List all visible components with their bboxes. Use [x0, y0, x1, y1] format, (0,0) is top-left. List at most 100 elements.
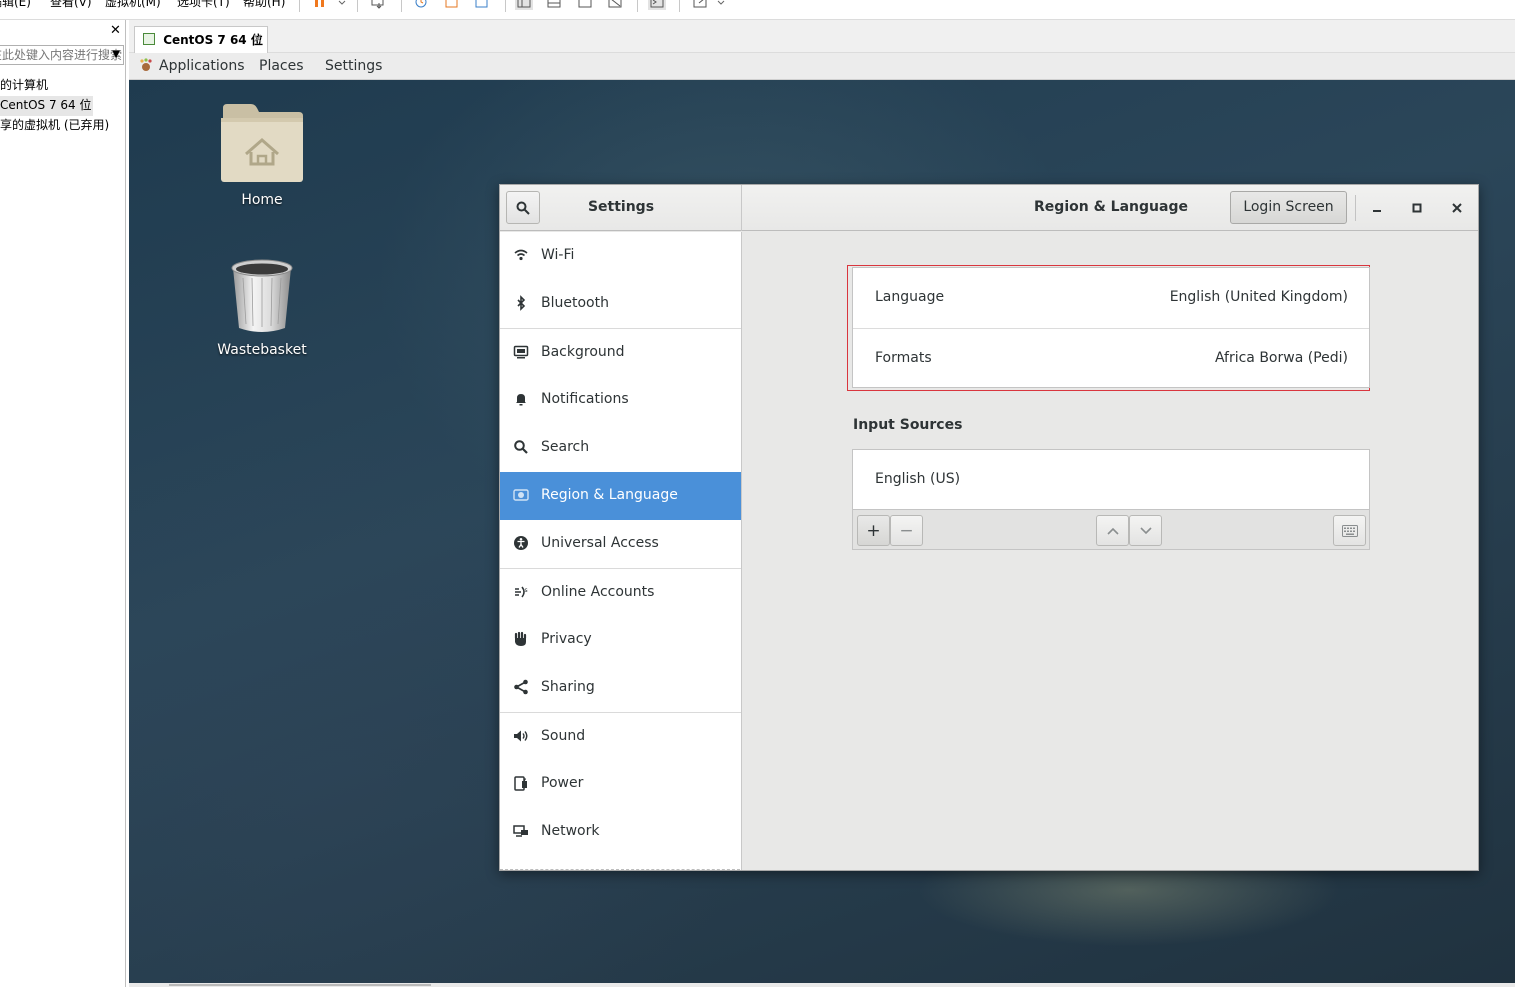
unity-icon[interactable] — [606, 0, 624, 10]
snapshot-icon[interactable] — [412, 0, 430, 10]
online-accounts-icon: s — [513, 584, 529, 600]
sidebar-item-label: Universal Access — [541, 535, 659, 551]
search-button[interactable] — [506, 191, 540, 224]
input-sources-list: English (US) — [852, 449, 1370, 510]
sidebar-item-network[interactable]: Network — [500, 808, 741, 856]
desktop-icon-home-label: Home — [241, 192, 283, 208]
thumbnail-view-icon[interactable] — [545, 0, 563, 10]
applications-label: Applications — [159, 58, 245, 74]
fullscreen-icon[interactable] — [576, 0, 594, 10]
page-title: Region & Language — [1034, 199, 1188, 215]
close-icon[interactable]: ✕ — [252, 27, 263, 53]
library-search-input[interactable]: 在此处键入内容进行搜索 ▼ — [0, 45, 124, 65]
sidebar-item-search[interactable]: Search — [500, 424, 741, 472]
host-menu-tabs[interactable]: 选项卡(T) — [177, 0, 230, 10]
host-menu-edit[interactable]: 编辑(E) — [0, 0, 31, 10]
sidebar-item-label: Sound — [541, 728, 586, 744]
host-menubar: 编辑(E) 查看(V) 虚拟机(M) 选项卡(T) 帮助(H) — [0, 0, 1515, 20]
chevron-down-icon[interactable] — [712, 0, 730, 10]
formats-label: Formats — [875, 350, 932, 366]
horizontal-scrollbar[interactable] — [129, 983, 1515, 987]
language-row[interactable]: Language English (United Kingdom) — [853, 268, 1369, 328]
settings-sidebar: Wi-Fi Bluetooth Background Notifications — [500, 232, 742, 870]
sidebar-item-label: Privacy — [541, 631, 592, 647]
chevron-down-icon[interactable] — [333, 0, 351, 10]
sidebar-item-sound[interactable]: Sound — [500, 712, 741, 760]
move-down-button[interactable] — [1129, 515, 1162, 546]
maximize-button[interactable] — [1402, 193, 1432, 223]
sidebar-item-universal-access[interactable]: Universal Access — [500, 520, 741, 568]
host-menu-vm[interactable]: 虚拟机(M) — [105, 0, 161, 10]
desktop-icon-wastebasket[interactable]: Wastebasket — [207, 258, 317, 358]
add-input-source-button[interactable]: + — [857, 515, 890, 546]
minimize-icon — [1373, 210, 1381, 212]
bell-icon — [513, 391, 529, 407]
dropdown-arrow-icon[interactable]: ▼ — [112, 46, 120, 64]
accessibility-icon — [513, 535, 529, 551]
desktop-icon-home[interactable]: Home — [207, 102, 317, 208]
formats-row[interactable]: Formats Africa Borwa (Pedi) — [853, 328, 1369, 388]
input-sources-title: Input Sources — [853, 417, 963, 433]
snapshot-manager-icon[interactable] — [473, 0, 491, 10]
keyboard-icon — [1341, 524, 1358, 537]
tree-node-shared-vms[interactable]: 共享的虚拟机 (已弃用) — [0, 116, 109, 136]
network-icon — [513, 823, 529, 839]
tree-node-my-computer[interactable]: 我的计算机 — [0, 76, 109, 96]
sidebar-item-wifi[interactable]: Wi-Fi — [500, 232, 741, 280]
sidebar-item-bluetooth[interactable]: Bluetooth — [500, 280, 741, 328]
console-icon[interactable] — [648, 0, 666, 10]
chevron-down-icon — [1139, 526, 1152, 534]
toolbar-separator — [401, 0, 402, 12]
library-search-placeholder: 在此处键入内容进行搜索 — [0, 48, 123, 62]
home-folder-icon — [221, 104, 303, 182]
toolbar-separator — [637, 0, 638, 12]
sidebar-item-notifications[interactable]: Notifications — [500, 376, 741, 424]
input-source-row[interactable]: English (US) — [853, 450, 1369, 510]
remove-input-source-button[interactable]: − — [890, 515, 923, 546]
sidebar-header: Settings — [500, 185, 742, 231]
sidebar-item-sharing[interactable]: Sharing — [500, 664, 741, 712]
revert-snapshot-icon[interactable] — [443, 0, 461, 10]
close-icon — [1452, 203, 1462, 213]
settings-menu[interactable]: Settings — [325, 53, 382, 80]
guest-display[interactable]: Applications Places Settings Home Wasteb… — [129, 53, 1515, 987]
keyboard-layout-button[interactable] — [1333, 515, 1366, 546]
sidebar-item-region-language[interactable]: Region & Language — [500, 472, 741, 520]
power-icon — [513, 775, 529, 791]
chevron-up-icon — [1106, 527, 1119, 535]
header-separator — [1355, 195, 1356, 221]
sidebar-view-icon[interactable] — [515, 0, 533, 10]
minimize-button[interactable] — [1362, 193, 1392, 223]
host-menu-help[interactable]: 帮助(H) — [243, 0, 285, 10]
sidebar-item-label: Search — [541, 439, 590, 455]
sidebar-item-power[interactable]: Power — [500, 760, 741, 808]
library-panel: ✕ 在此处键入内容进行搜索 ▼ 我的计算机 CentOS 7 64 位 共享的虚… — [0, 20, 126, 987]
tree-node-centos[interactable]: CentOS 7 64 位 — [0, 96, 94, 116]
sidebar-item-privacy[interactable]: Privacy — [500, 616, 741, 664]
close-button[interactable] — [1442, 193, 1472, 223]
login-screen-button[interactable]: Login Screen — [1230, 191, 1347, 224]
search-icon — [516, 201, 530, 215]
desktop[interactable]: Home Wastebasket Settings Region & Langu… — [129, 80, 1515, 983]
sidebar-item-label: Network — [541, 823, 600, 839]
scrollbar-thumb[interactable] — [169, 984, 431, 986]
stretch-icon[interactable] — [691, 0, 709, 10]
search-icon — [513, 439, 529, 455]
sidebar-item-label: Background — [541, 344, 625, 360]
sidebar-item-background[interactable]: Background — [500, 328, 741, 376]
sidebar-item-label: Online Accounts — [541, 584, 655, 600]
sidebar-item-online-accounts[interactable]: s Online Accounts — [500, 568, 741, 616]
applications-menu[interactable]: Applications — [139, 53, 245, 80]
library-tree: 我的计算机 CentOS 7 64 位 共享的虚拟机 (已弃用) — [0, 76, 109, 136]
vm-tab[interactable]: CentOS 7 64 位 ✕ — [134, 26, 268, 53]
gnome-top-panel: Applications Places Settings — [129, 53, 1515, 80]
pause-icon[interactable] — [311, 0, 329, 10]
close-icon[interactable]: ✕ — [110, 24, 121, 38]
move-up-button[interactable] — [1096, 515, 1129, 546]
sidebar-scroll-edge — [500, 869, 740, 870]
sidebar-item-label: Wi-Fi — [541, 247, 575, 263]
gnome-foot-icon — [140, 58, 152, 71]
places-menu[interactable]: Places — [259, 53, 304, 80]
send-keys-icon[interactable] — [370, 0, 388, 10]
host-menu-view[interactable]: 查看(V) — [50, 0, 92, 10]
